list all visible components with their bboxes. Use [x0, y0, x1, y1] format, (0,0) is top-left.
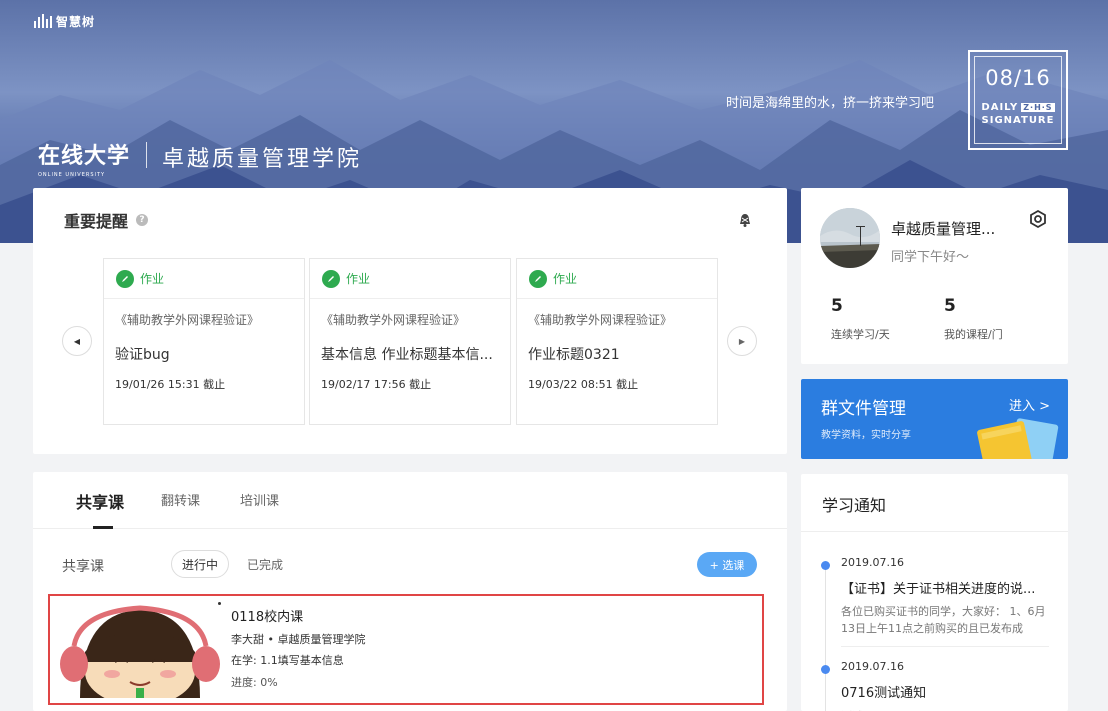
course-current-lesson: 在学: 1.1填写基本信息 [231, 654, 344, 667]
filebox-subtitle: 教学资料，实时分享 [821, 430, 911, 441]
daily-signature-badge: 08/16 DAILY Z·H·S SIGNATURE [968, 50, 1068, 150]
task-deadline: 19/02/17 17:56 截止 [321, 378, 432, 391]
folder-illustration-icon [977, 418, 1059, 459]
reminder-title: 重要提醒 [64, 212, 129, 231]
task-name: 验证bug [115, 347, 170, 363]
course-thumbnail[interactable] [60, 602, 220, 698]
chevron-right-icon[interactable]: ▶ [727, 326, 757, 356]
task-deadline: 19/03/22 08:51 截止 [528, 378, 639, 391]
avatar[interactable] [820, 208, 880, 268]
stat-value: 5 [831, 296, 843, 316]
group-files-banner[interactable]: 群文件管理 教学资料，实时分享 进入 > [801, 379, 1068, 459]
timeline-dot [821, 561, 830, 570]
daily-quote: 时间是海绵里的水，挤一挤来学习吧 [726, 96, 935, 111]
user-greeting: 同学下午好～ [891, 250, 970, 265]
task-type: 作业 [346, 272, 371, 286]
divider [841, 646, 1049, 647]
stat-my-courses[interactable]: 5 我的课程/门 [944, 296, 1003, 342]
signature-date: 08/16 [985, 66, 1051, 90]
task-card[interactable]: 作业 《辅助教学外网课程验证》 作业标题0321 19/03/22 08:51 … [516, 258, 718, 425]
stat-label: 连续学习/天 [831, 328, 890, 341]
notice-date: 2019.07.16 [841, 556, 904, 569]
signature-badge: Z·H·S [1021, 103, 1055, 112]
task-type: 作业 [553, 272, 578, 286]
course-name[interactable]: 0118校内课 [231, 606, 303, 625]
brand-logo: 在线大学 ONLINE UNIVERSITY [38, 138, 130, 178]
courses-card: 共享课 翻转课 培训课 共享课 进行中 已完成 + 选课 0118校内课 李大甜… [33, 472, 787, 711]
brand-english: ONLINE UNIVERSITY [38, 172, 106, 178]
notice-headline[interactable]: 【证书】关于证书相关进度的说... [841, 578, 1051, 597]
task-course: 《辅助教学外网课程验证》 [321, 313, 466, 327]
college-name: 卓越质量管理学院 [162, 147, 363, 172]
section-title: 共享课 [62, 559, 104, 575]
task-course: 《辅助教学外网课程验证》 [528, 313, 673, 327]
important-reminders-card: 重要提醒 ? ◀ ▶ 作业 《辅助教学外网课程验证》 验证bug 19/01/2… [33, 188, 787, 454]
course-tabs: 共享课 翻转课 培训课 [33, 472, 787, 529]
active-tab-indicator [93, 526, 113, 529]
logo-text: 智慧树 [56, 14, 96, 29]
question-circle-icon[interactable]: ? [136, 214, 149, 226]
notice-body: 各位已购买证书的同学，大家好： 1、6月13日上午11点之前购买的且已发布成 [841, 605, 1046, 635]
task-course: 《辅助教学外网课程验证》 [115, 313, 260, 327]
homework-icon [322, 269, 340, 288]
course-list-item[interactable]: 0118校内课 李大甜 • 卓越质量管理学院 在学: 1.1填写基本信息 进度:… [48, 594, 764, 705]
divider [801, 531, 1068, 532]
profile-card: 卓越质量管理... 同学下午好～ 5 连续学习/天 5 我的课程/门 [801, 188, 1068, 364]
tab-flipped-courses[interactable]: 翻转课 [161, 490, 200, 509]
settings-hexagon-icon[interactable] [1027, 208, 1049, 230]
task-card[interactable]: 作业 《辅助教学外网课程验证》 基本信息 作业标题基本信... 19/02/17… [309, 258, 511, 425]
homework-icon [529, 269, 547, 288]
alarm-icon[interactable] [733, 208, 757, 232]
status-dot [218, 602, 221, 605]
task-card[interactable]: 作业 《辅助教学外网课程验证》 验证bug 19/01/26 15:31 截止 [103, 258, 305, 425]
filter-completed[interactable]: 已完成 [247, 550, 283, 578]
task-deadline: 19/01/26 15:31 截止 [115, 378, 226, 391]
course-teacher: 李大甜 • 卓越质量管理学院 [231, 633, 366, 646]
task-name: 作业标题0321 [528, 347, 620, 363]
task-type: 作业 [140, 272, 165, 286]
stat-label: 我的课程/门 [944, 328, 1003, 341]
task-name: 基本信息 作业标题基本信... [321, 347, 493, 363]
brand-name: 在线大学 [38, 144, 131, 169]
notice-date: 2019.07.16 [841, 660, 904, 673]
notice-headline[interactable]: 0716测试通知 [841, 682, 1051, 701]
notice-item[interactable]: 2019.07.16 0716测试通知 测试 [819, 660, 1059, 711]
notices-title: 学习通知 [822, 496, 887, 515]
homework-icon [116, 269, 134, 288]
tab-shared-courses[interactable]: 共享课 [76, 489, 124, 513]
filter-in-progress[interactable]: 进行中 [171, 550, 229, 578]
timeline-dot [821, 665, 830, 674]
stat-value: 5 [944, 296, 956, 316]
filebox-title: 群文件管理 [821, 399, 906, 419]
site-logo[interactable]: 智慧树 [34, 12, 95, 30]
course-progress: 进度: 0% [231, 676, 278, 689]
chevron-left-icon[interactable]: ◀ [62, 326, 92, 356]
signature-word: SIGNATURE [981, 115, 1055, 126]
select-course-button[interactable]: + 选课 [697, 552, 757, 577]
user-name: 卓越质量管理... [891, 220, 996, 238]
tab-training-courses[interactable]: 培训课 [240, 490, 279, 509]
brand-divider [146, 142, 147, 168]
logo-bars-icon [34, 14, 52, 28]
stat-study-days[interactable]: 5 连续学习/天 [831, 296, 890, 342]
study-notices-card: 学习通知 2019.07.16 【证书】关于证书相关进度的说... 各位已购买证… [801, 474, 1068, 711]
notice-item[interactable]: 2019.07.16 【证书】关于证书相关进度的说... 各位已购买证书的同学，… [819, 556, 1059, 656]
signature-daily: DAILY [981, 102, 1019, 113]
